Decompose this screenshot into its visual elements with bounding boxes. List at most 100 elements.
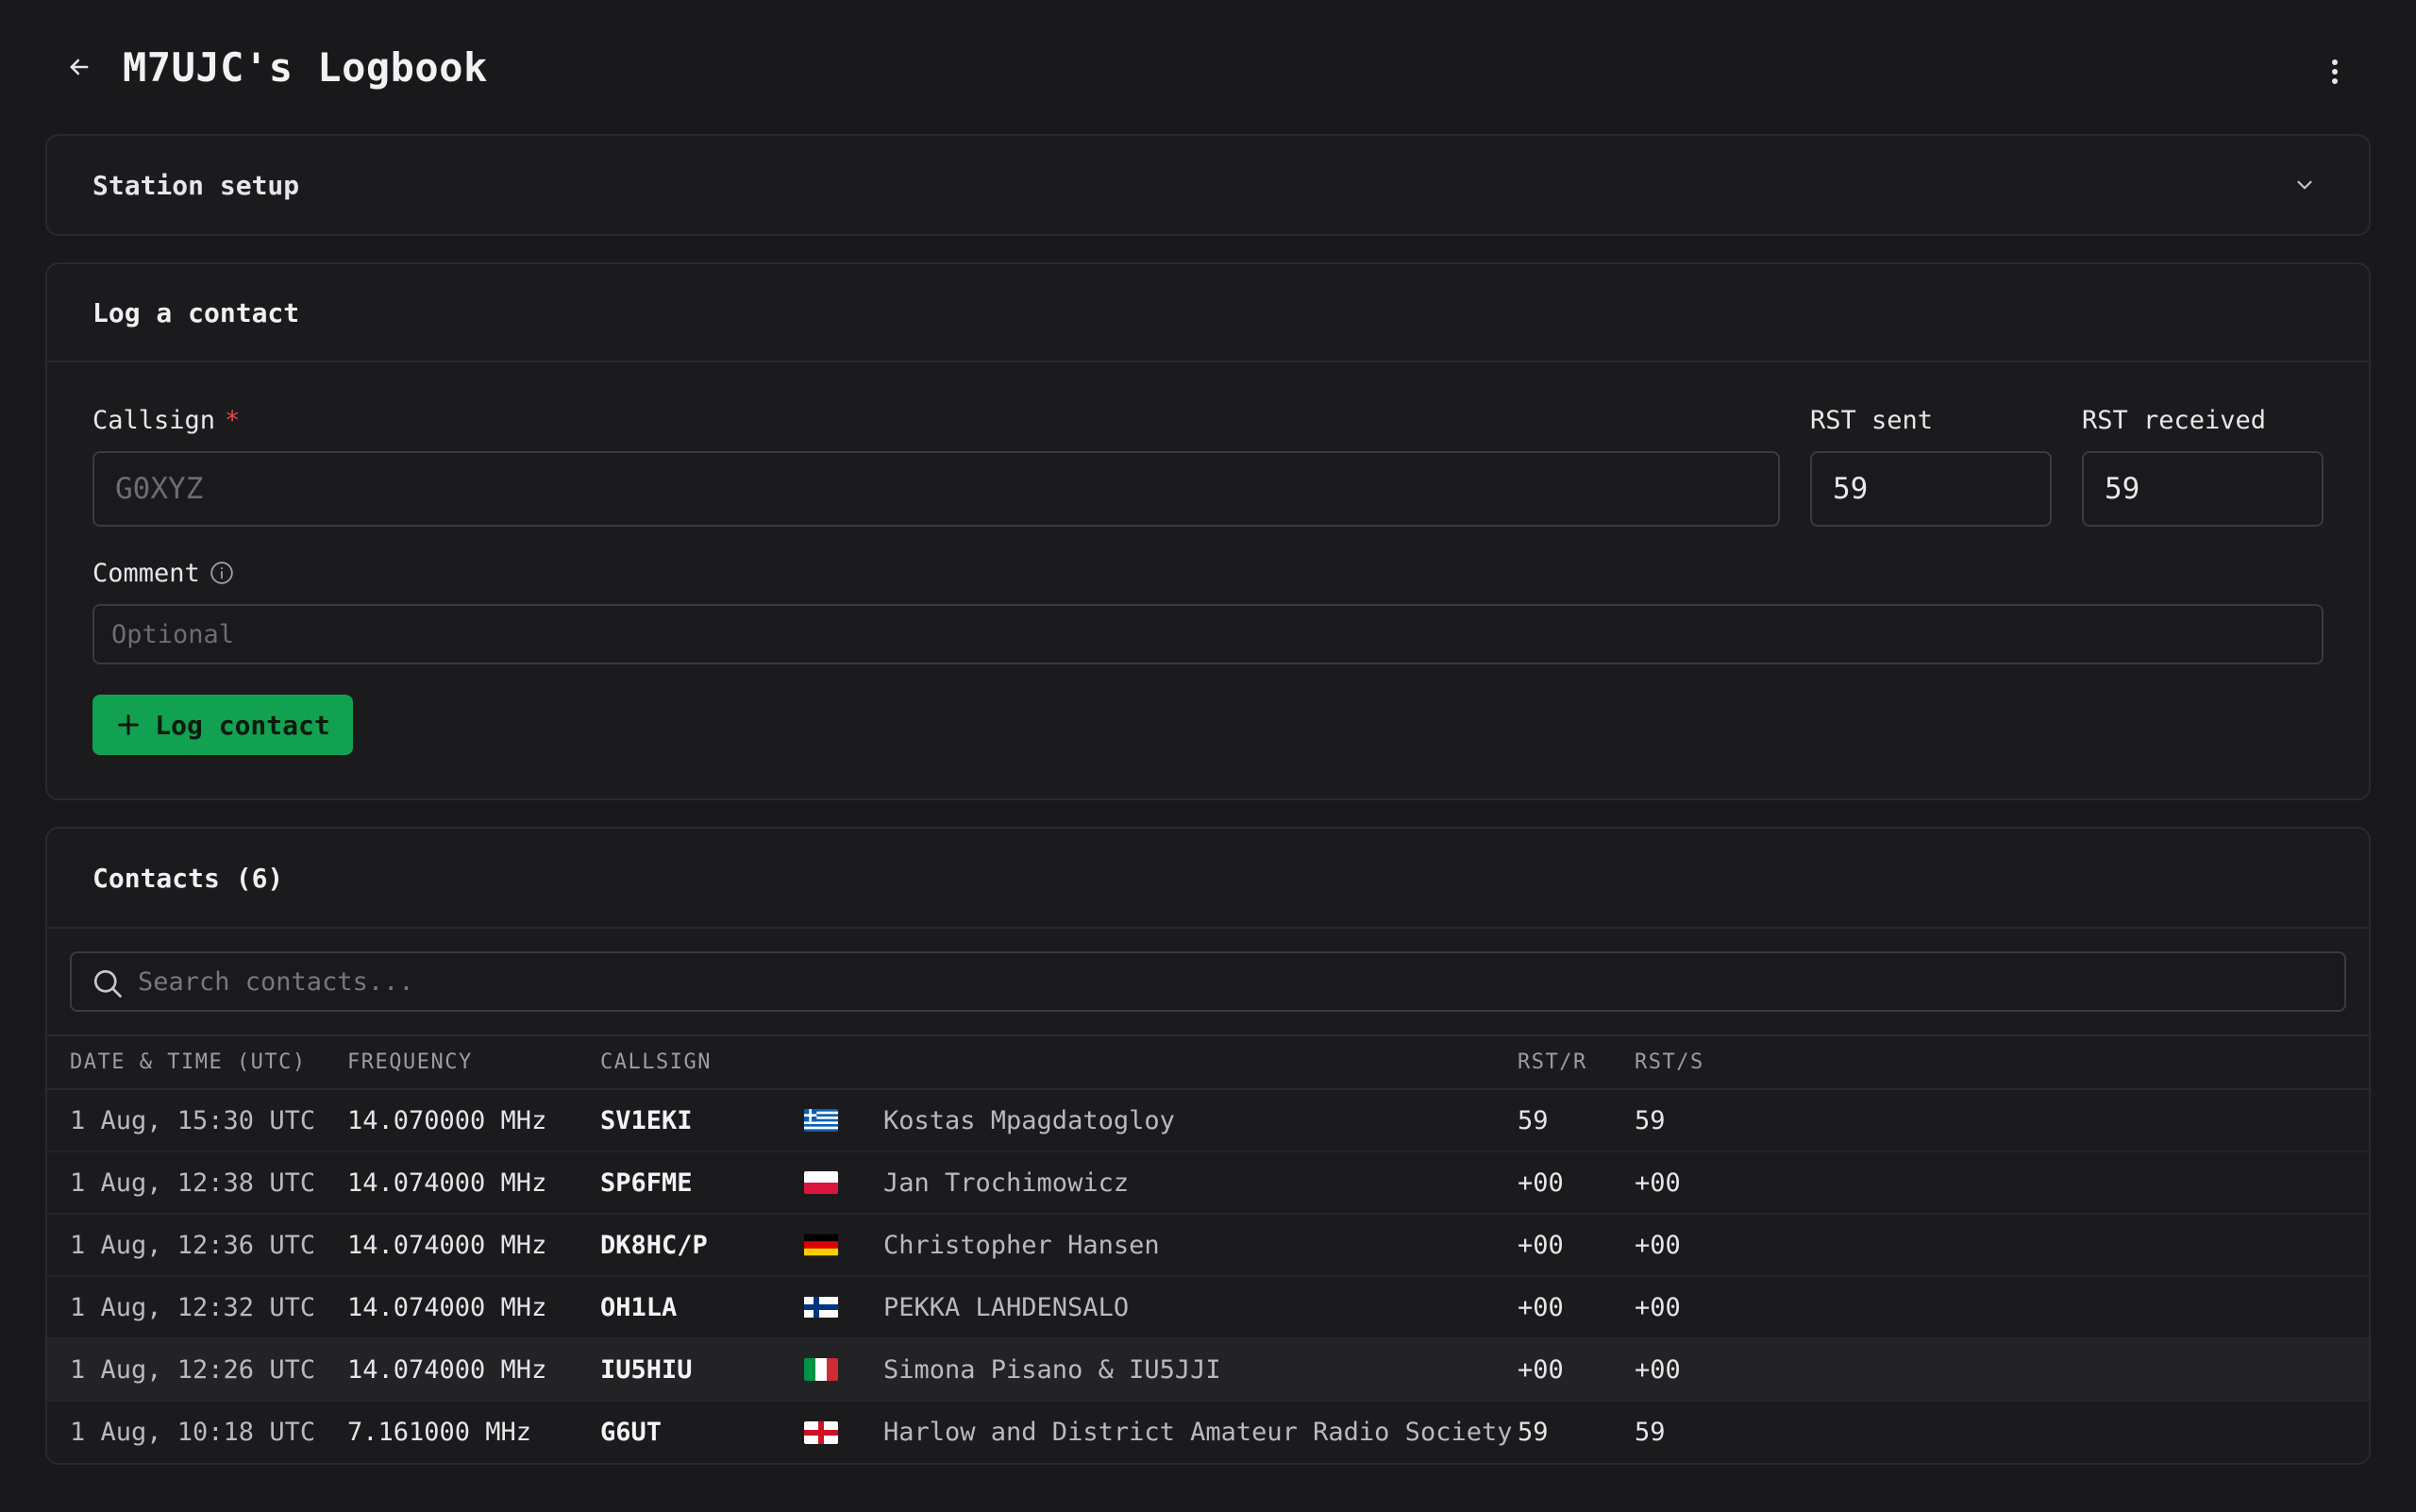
table-row[interactable]: 1 Aug, 12:38 UTC 14.074000 MHz SP6FME Ja… xyxy=(47,1151,2369,1215)
contacts-card: Contacts (6) DATE & TIME (UTC) FREQUENCY… xyxy=(45,827,2371,1465)
row-rst-r: 59 xyxy=(1518,1089,1635,1152)
rst-sent-input[interactable] xyxy=(1810,451,2052,527)
row-rst-r: +00 xyxy=(1518,1276,1635,1339)
search-input[interactable] xyxy=(72,953,2344,1010)
rst-sent-group: RST sent xyxy=(1810,404,2052,527)
table-row[interactable]: 1 Aug, 12:26 UTC 14.074000 MHz IU5HIU Si… xyxy=(47,1338,2369,1402)
row-flag xyxy=(804,1214,883,1277)
table-row[interactable]: 1 Aug, 10:18 UTC 7.161000 MHz G6UT Harlo… xyxy=(47,1401,2369,1463)
row-rst-s: +00 xyxy=(1635,1276,2369,1339)
table-row[interactable]: 1 Aug, 12:36 UTC 14.074000 MHz DK8HC/P C… xyxy=(47,1214,2369,1277)
row-rst-s: +00 xyxy=(1635,1214,2369,1277)
chevron-down-icon[interactable] xyxy=(2286,166,2324,204)
table-header-row: DATE & TIME (UTC) FREQUENCY CALLSIGN RST… xyxy=(47,1036,2369,1090)
row-date: 1 Aug, 12:38 UTC xyxy=(47,1151,347,1215)
comment-input[interactable] xyxy=(92,604,2324,664)
station-setup-card[interactable]: Station setup xyxy=(45,134,2371,236)
row-name: Kostas Mpagdatogloy xyxy=(883,1089,1518,1152)
column-header-rst-r[interactable]: RST/R xyxy=(1518,1036,1635,1090)
row-name: Harlow and District Amateur Radio Societ… xyxy=(883,1418,1513,1447)
top-bar: M7UJC's Logbook xyxy=(45,0,2371,134)
row-frequency: 14.074000 MHz xyxy=(347,1276,600,1339)
comment-label-text: Comment xyxy=(92,558,200,588)
comment-group: Comment xyxy=(92,557,2324,664)
row-rst-r: +00 xyxy=(1518,1214,1635,1277)
arrow-left-icon xyxy=(70,59,89,76)
search-bar xyxy=(47,929,2369,1036)
log-contact-button[interactable]: Log contact xyxy=(92,695,353,755)
england-flag-icon xyxy=(804,1420,838,1444)
row-frequency: 14.074000 MHz xyxy=(347,1214,600,1277)
table-row[interactable]: 1 Aug, 15:30 UTC 14.070000 MHz SV1EKI Ko… xyxy=(47,1089,2369,1152)
contacts-title: Contacts (6) xyxy=(47,829,2369,929)
row-callsign: OH1LA xyxy=(600,1276,804,1339)
row-rst-r: +00 xyxy=(1518,1338,1635,1402)
callsign-input[interactable] xyxy=(92,451,1780,527)
more-vertical-icon xyxy=(2332,59,2338,84)
row-frequency: 14.074000 MHz xyxy=(347,1151,600,1215)
logbook-page: M7UJC's Logbook Station setup Log a cont… xyxy=(0,0,2416,1512)
row-date: 1 Aug, 15:30 UTC xyxy=(47,1089,347,1152)
row-flag xyxy=(804,1401,883,1463)
row-rst-r: +00 xyxy=(1518,1151,1635,1215)
column-header-frequency[interactable]: FREQUENCY xyxy=(347,1036,600,1090)
rst-received-label: RST received xyxy=(2082,405,2267,435)
required-mark: * xyxy=(225,405,241,435)
row-callsign: SP6FME xyxy=(600,1151,804,1215)
row-frequency: 14.074000 MHz xyxy=(347,1338,600,1402)
row-name: Jan Trochimowicz xyxy=(883,1151,1518,1215)
row-rst-s: 59 xyxy=(1635,1089,2369,1152)
row-name: PEKKA LAHDENSALO xyxy=(883,1276,1518,1339)
row-name: Simona Pisano & IU5JJI xyxy=(883,1338,1518,1402)
row-flag xyxy=(804,1089,883,1152)
search-icon xyxy=(93,969,122,998)
row-frequency: 7.161000 MHz xyxy=(347,1418,532,1447)
column-header-callsign[interactable]: CALLSIGN xyxy=(600,1036,804,1090)
search-field xyxy=(70,951,2346,1012)
row-date: 1 Aug, 12:26 UTC xyxy=(47,1338,347,1402)
callsign-label: Callsign * xyxy=(92,404,1780,436)
contacts-table: DATE & TIME (UTC) FREQUENCY CALLSIGN RST… xyxy=(47,1036,2369,1463)
row-flag xyxy=(804,1151,883,1215)
finland-flag-icon xyxy=(804,1297,838,1318)
log-contact-button-label: Log contact xyxy=(155,709,330,741)
column-header-flag xyxy=(804,1036,883,1090)
row-name: Christopher Hansen xyxy=(883,1214,1518,1277)
row-flag xyxy=(804,1276,883,1339)
row-date: 1 Aug, 12:36 UTC xyxy=(47,1214,347,1277)
row-rst-s: +00 xyxy=(1635,1151,2369,1215)
greece-flag-icon xyxy=(804,1109,838,1132)
row-callsign: SV1EKI xyxy=(600,1089,804,1152)
station-setup-title: Station setup xyxy=(92,169,300,201)
row-rst-s: +00 xyxy=(1635,1338,2369,1402)
germany-flag-icon xyxy=(804,1234,838,1256)
comment-label: Comment xyxy=(92,557,2324,589)
rst-received-input[interactable] xyxy=(2082,451,2324,527)
rst-sent-label: RST sent xyxy=(1810,405,1934,435)
row-callsign: DK8HC/P xyxy=(600,1214,804,1277)
page-title: M7UJC's Logbook xyxy=(123,43,488,91)
column-header-date[interactable]: DATE & TIME (UTC) xyxy=(47,1036,347,1090)
row-rst-r: 59 xyxy=(1518,1418,1549,1447)
info-icon[interactable] xyxy=(210,561,234,585)
callsign-label-text: Callsign xyxy=(92,405,216,435)
column-header-name xyxy=(883,1036,1518,1090)
callsign-group: Callsign * xyxy=(92,404,1780,527)
log-contact-form: Callsign * RST sent RST received Comment xyxy=(47,362,2369,798)
row-callsign: G6UT xyxy=(600,1418,663,1447)
italy-flag-icon xyxy=(804,1358,838,1381)
more-menu-button[interactable] xyxy=(2312,45,2357,98)
row-date: 1 Aug, 10:18 UTC xyxy=(70,1418,316,1447)
row-date: 1 Aug, 12:32 UTC xyxy=(47,1276,347,1339)
log-contact-title: Log a contact xyxy=(47,264,2369,362)
row-flag xyxy=(804,1338,883,1402)
poland-flag-icon xyxy=(804,1171,838,1194)
table-row[interactable]: 1 Aug, 12:32 UTC 14.074000 MHz OH1LA PEK… xyxy=(47,1276,2369,1339)
row-rst-s: 59 xyxy=(1635,1418,1666,1447)
rst-received-group: RST received xyxy=(2082,404,2324,527)
row-callsign: IU5HIU xyxy=(600,1338,804,1402)
back-button[interactable] xyxy=(53,41,106,93)
plus-icon xyxy=(118,714,140,735)
log-contact-card: Log a contact Callsign * RST sent RST rec… xyxy=(45,262,2371,800)
column-header-rst-s[interactable]: RST/S xyxy=(1635,1036,2369,1090)
